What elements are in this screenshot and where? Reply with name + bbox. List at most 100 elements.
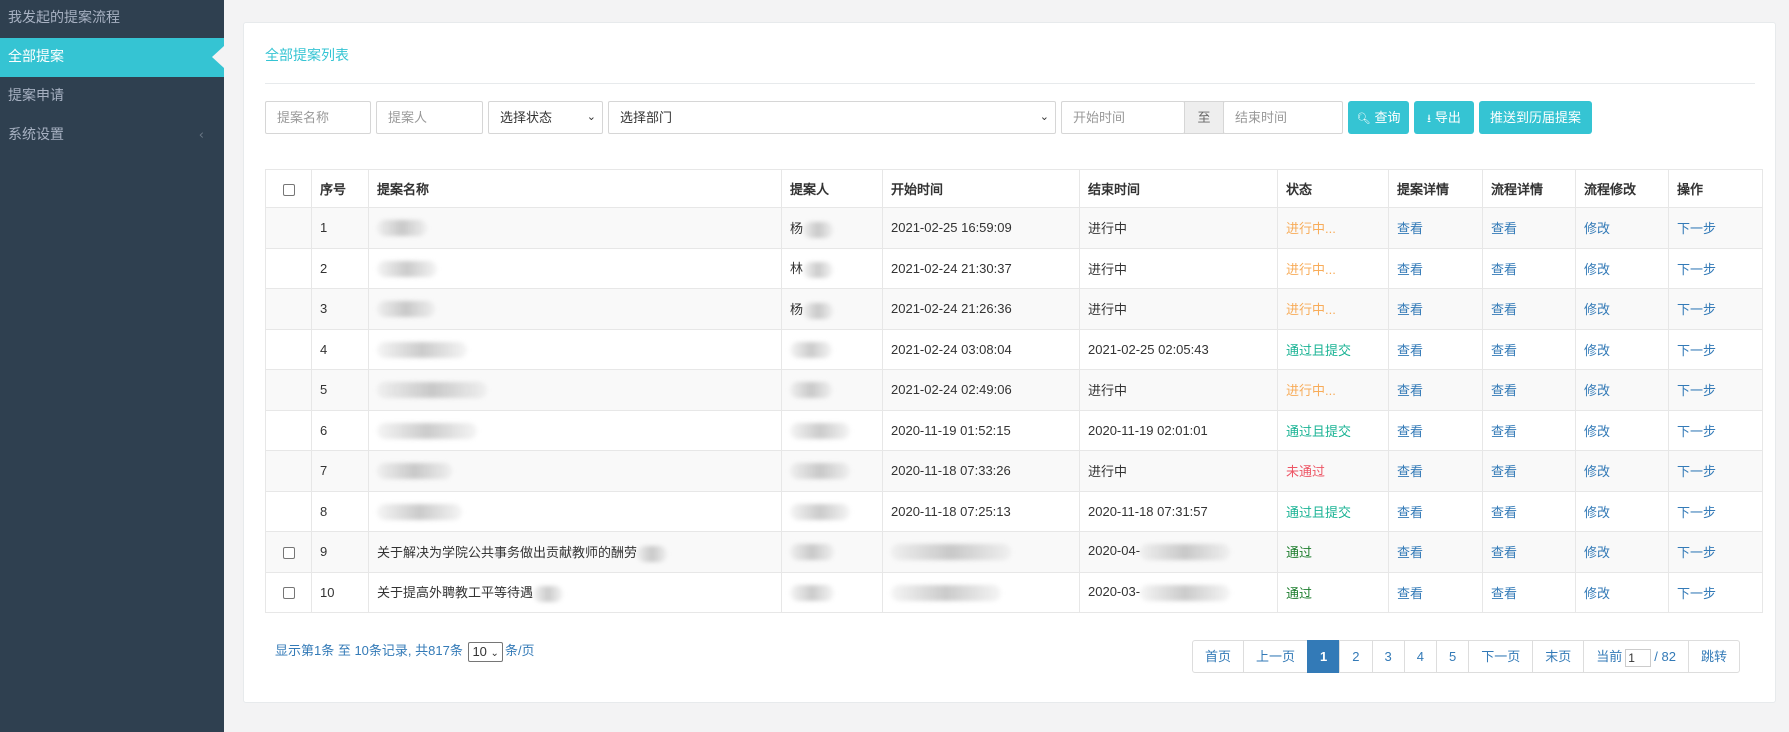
next-step-link[interactable]: 下一步 <box>1677 545 1716 560</box>
table-row: 3 杨 2021-02-24 21:26:36 进行中 进行中... 查看 查看 修改 下一步 <box>265 288 1763 330</box>
prev-page-button[interactable]: 上一页 <box>1243 640 1309 673</box>
edit-flow-link[interactable]: 修改 <box>1584 262 1610 277</box>
next-step-link[interactable]: 下一步 <box>1677 221 1716 236</box>
end-time: 2020-11-18 07:31:57 <box>1088 503 1208 519</box>
page-button-2[interactable]: 2 <box>1339 640 1373 673</box>
current-page-input[interactable]: 1 <box>1625 648 1652 667</box>
edit-flow-link[interactable]: 修改 <box>1584 586 1610 601</box>
status-cell: 通过 <box>1277 571 1389 613</box>
start-time: 2021-02-24 21:30:37 <box>891 260 1012 276</box>
edit-flow-link[interactable]: 修改 <box>1584 464 1610 479</box>
next-step-link[interactable]: 下一步 <box>1677 505 1716 520</box>
page-button-5[interactable]: 5 <box>1435 640 1470 673</box>
column-header: 提案名称 <box>368 169 782 208</box>
proposal-name-input[interactable]: 提案名称 <box>265 101 371 134</box>
next-step-link[interactable]: 下一步 <box>1677 424 1716 439</box>
next-step-link[interactable]: 下一步 <box>1677 464 1716 479</box>
next-step-link[interactable]: 下一步 <box>1677 586 1716 601</box>
flow-cell: 查看 <box>1482 531 1576 573</box>
page-button-4[interactable]: 4 <box>1403 640 1437 673</box>
edit-cell: 修改 <box>1575 207 1669 249</box>
sidebar-item-all-proposals[interactable]: 全部提案 <box>0 38 224 77</box>
end-time-input[interactable]: 结束时间 <box>1223 101 1343 134</box>
view-flow-link[interactable]: 查看 <box>1491 424 1517 439</box>
view-proposal-link[interactable]: 查看 <box>1397 464 1423 479</box>
proposal-name: 关于提高外聘教工平等待遇 <box>377 585 534 601</box>
next-page-button[interactable]: 下一页 <box>1468 640 1534 673</box>
next-step-link[interactable]: 下一步 <box>1677 343 1716 358</box>
status-badge: 进行中... <box>1286 221 1336 237</box>
view-proposal-link[interactable]: 查看 <box>1397 221 1423 236</box>
view-proposal-link[interactable]: 查看 <box>1397 505 1423 520</box>
column-header: 流程修改 <box>1575 169 1669 208</box>
view-proposal-link[interactable]: 查看 <box>1397 343 1423 358</box>
view-flow-link[interactable]: 查看 <box>1491 221 1517 236</box>
edit-flow-link[interactable]: 修改 <box>1584 505 1610 520</box>
sidebar-item-my-proposals[interactable]: 我发起的提案流程 <box>0 0 224 38</box>
view-flow-link[interactable]: 查看 <box>1491 586 1517 601</box>
view-proposal-link[interactable]: 查看 <box>1397 262 1423 277</box>
page-button-3[interactable]: 3 <box>1371 640 1405 673</box>
last-page-button[interactable]: 末页 <box>1532 640 1585 673</box>
first-page-button[interactable]: 首页 <box>1192 640 1245 673</box>
export-button[interactable]: ⭳ 导出 <box>1414 101 1474 134</box>
next-step-link[interactable]: 下一步 <box>1677 383 1716 398</box>
proposal-name-cell <box>368 288 782 330</box>
select-all-cell <box>265 169 312 208</box>
column-header: 操作 <box>1668 169 1763 208</box>
table-row: 6 2020-11-19 01:52:15 2020-11-19 02:01:01 通… <box>265 409 1763 451</box>
sidebar-item-settings[interactable]: 系统设置 ‹ <box>0 116 224 155</box>
view-proposal-link[interactable]: 查看 <box>1397 586 1423 601</box>
sidebar-item-apply[interactable]: 提案申请 <box>0 77 224 116</box>
select-all-checkbox[interactable] <box>282 183 295 196</box>
view-proposal-link[interactable]: 查看 <box>1397 424 1423 439</box>
edit-flow-link[interactable]: 修改 <box>1584 302 1610 317</box>
edit-flow-link[interactable]: 修改 <box>1584 424 1610 439</box>
department-select[interactable]: 选择部门 ⌄ <box>608 101 1056 134</box>
edit-flow-link[interactable]: 修改 <box>1584 221 1610 236</box>
status-select[interactable]: 选择状态 ⌄ <box>488 101 603 134</box>
checkbox-cell <box>265 207 312 249</box>
table-row: 7 2020-11-18 07:33:26 进行中 未通过 查看 查看 修改 下一步 <box>265 450 1763 492</box>
end-time-cell: 2020-03- <box>1079 571 1278 613</box>
page-size-select[interactable]: 10 ⌄ <box>468 641 503 662</box>
view-flow-link[interactable]: 查看 <box>1491 545 1517 560</box>
view-flow-link[interactable]: 查看 <box>1491 262 1517 277</box>
checkbox-cell <box>265 369 312 411</box>
column-header: 提案详情 <box>1388 169 1483 208</box>
column-header: 状态 <box>1277 169 1389 208</box>
jump-button[interactable]: 跳转 <box>1687 640 1740 673</box>
query-button[interactable]: 🔍︎ 查询 <box>1348 101 1409 134</box>
pagination: 首页 上一页 1 2 3 4 5 下一页 末页 当前 1/ 82 跳转 <box>1192 640 1740 673</box>
start-time-cell: 2021-02-24 02:49:06 <box>882 369 1080 411</box>
department-select-value: 选择部门 <box>620 110 673 125</box>
view-proposal-link[interactable]: 查看 <box>1397 545 1423 560</box>
divider <box>265 83 1755 84</box>
row-checkbox[interactable] <box>282 546 295 559</box>
row-checkbox[interactable] <box>282 587 295 600</box>
view-flow-link[interactable]: 查看 <box>1491 505 1517 520</box>
row-index: 6 <box>311 409 369 451</box>
proposal-name-cell <box>368 369 782 411</box>
column-header: 结束时间 <box>1079 169 1278 208</box>
next-step-link[interactable]: 下一步 <box>1677 262 1716 277</box>
next-step-link[interactable]: 下一步 <box>1677 302 1716 317</box>
edit-flow-link[interactable]: 修改 <box>1584 343 1610 358</box>
view-flow-link[interactable]: 查看 <box>1491 343 1517 358</box>
view-flow-link[interactable]: 查看 <box>1491 464 1517 479</box>
start-time-input[interactable]: 开始时间 <box>1061 101 1185 134</box>
edit-flow-link[interactable]: 修改 <box>1584 383 1610 398</box>
view-flow-link[interactable]: 查看 <box>1491 383 1517 398</box>
proposer-input[interactable]: 提案人 <box>376 101 483 134</box>
checkbox-cell <box>265 450 312 492</box>
view-proposal-link[interactable]: 查看 <box>1397 383 1423 398</box>
view-flow-link[interactable]: 查看 <box>1491 302 1517 317</box>
row-index: 3 <box>311 288 369 330</box>
column-header: 流程详情 <box>1482 169 1576 208</box>
end-time: 进行中 <box>1088 261 1128 277</box>
status-cell: 通过且提交 <box>1277 490 1389 532</box>
page-button-1[interactable]: 1 <box>1307 640 1341 673</box>
push-history-button[interactable]: 推送到历届提案 <box>1479 101 1592 134</box>
edit-flow-link[interactable]: 修改 <box>1584 545 1610 560</box>
view-proposal-link[interactable]: 查看 <box>1397 302 1423 317</box>
